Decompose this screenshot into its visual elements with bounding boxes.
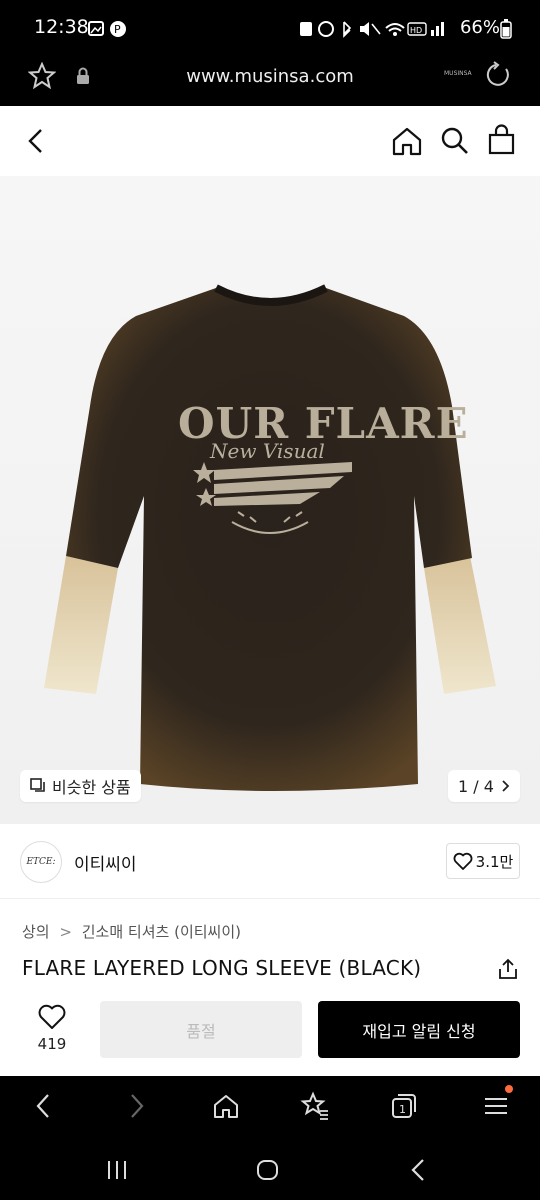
wishlist-button[interactable]: 419: [22, 1002, 82, 1058]
reload-icon[interactable]: [484, 61, 512, 89]
image-counter: 1 / 4: [448, 770, 520, 802]
svg-text:HD: HD: [410, 26, 422, 35]
cart-icon[interactable]: [487, 124, 517, 156]
menu-icon[interactable]: [482, 1092, 510, 1120]
brand-logo-text: ETCE:: [26, 857, 56, 867]
recent-apps-icon[interactable]: [106, 1160, 128, 1180]
heart-outline-icon: [453, 852, 473, 870]
svg-text:1: 1: [399, 1103, 406, 1116]
notification-icons: P: [88, 21, 126, 37]
browser-home-icon[interactable]: [212, 1092, 240, 1120]
tabs-icon[interactable]: 1: [390, 1092, 418, 1120]
status-time: 12:38: [34, 16, 89, 38]
breadcrumb-separator: >: [59, 923, 72, 941]
breadcrumb-subcategory[interactable]: 긴소매 티셔츠 (이티씨이): [82, 923, 241, 941]
product-image-gallery[interactable]: OUR FLARE New Visual 비슷한 상품 1 / 4: [0, 176, 540, 824]
wishlist-count: 419: [37, 1035, 67, 1053]
search-icon[interactable]: [440, 126, 470, 156]
breadcrumb-category[interactable]: 상의: [22, 923, 50, 941]
browser-address-bar: www.musinsa.com MUSINSA: [0, 56, 540, 106]
system-status-icons: HD: [300, 21, 444, 38]
product-photo: OUR FLARE New Visual: [44, 284, 496, 791]
system-back-icon[interactable]: [410, 1158, 426, 1182]
brand-row: ETCE: 이티씨이 3.1만: [0, 824, 540, 899]
svg-text:P: P: [114, 23, 121, 36]
chevron-right-icon[interactable]: [502, 780, 510, 792]
browser-toolbar: 1: [0, 1076, 540, 1136]
brand-like-button[interactable]: 3.1만: [446, 843, 520, 879]
browser-back-icon[interactable]: [34, 1093, 52, 1119]
page-header: [0, 106, 540, 176]
menu-badge: [505, 1085, 513, 1093]
bookmarks-icon[interactable]: [300, 1091, 330, 1121]
browser-forward-icon[interactable]: [128, 1093, 146, 1119]
image-counter-text: 1 / 4: [458, 776, 494, 796]
brand-logo[interactable]: ETCE:: [20, 841, 62, 883]
svg-text:New Visual: New Visual: [209, 439, 325, 463]
home-button-icon[interactable]: [256, 1159, 280, 1181]
similar-icon: [30, 778, 45, 792]
brand-name[interactable]: 이티씨이: [74, 850, 137, 875]
status-bar: 12:38 P HD 66%: [0, 0, 540, 56]
product-title: FLARE LAYERED LONG SLEEVE (BLACK): [22, 956, 422, 980]
battery-percent: 66%: [459, 17, 500, 38]
restock-alert-button[interactable]: 재입고 알림 신청: [318, 1001, 520, 1058]
soldout-button: 품절: [100, 1001, 302, 1058]
system-navigation-bar: [0, 1136, 540, 1200]
battery-icon: [500, 19, 512, 39]
breadcrumb: 상의 > 긴소매 티셔츠 (이티씨이): [22, 921, 241, 942]
back-icon[interactable]: [26, 128, 46, 154]
home-icon[interactable]: [392, 126, 422, 156]
similar-products-label: 비슷한 상품: [52, 778, 131, 797]
share-icon[interactable]: [497, 958, 519, 980]
heart-outline-icon: [38, 1004, 66, 1029]
brand-like-count: 3.1만: [475, 852, 514, 871]
similar-products-button[interactable]: 비슷한 상품: [20, 770, 141, 802]
site-favicon: MUSINSA: [444, 70, 472, 77]
